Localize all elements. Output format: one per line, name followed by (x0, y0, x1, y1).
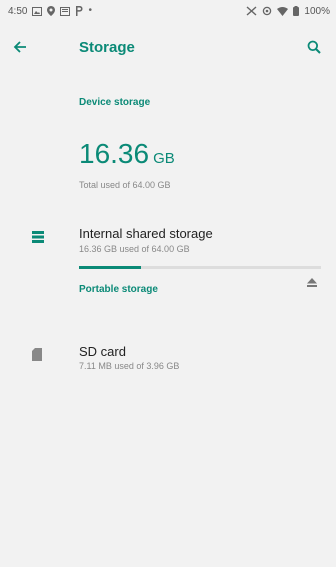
used-number: 16.36 (79, 138, 150, 169)
status-left: 4:50 • (8, 6, 92, 17)
search-button[interactable] (298, 31, 330, 63)
status-time: 4:50 (8, 5, 28, 17)
screen-notification-icon (60, 6, 71, 16)
used-unit: GB (153, 150, 175, 167)
internal-storage-progress-fill (79, 266, 141, 269)
sd-card-title: SD card (79, 344, 126, 359)
back-button[interactable] (4, 31, 36, 63)
dot-notification-icon: • (88, 5, 92, 16)
list-icon (32, 230, 44, 248)
page-title: Storage (79, 38, 135, 56)
internal-storage-title: Internal shared storage (79, 226, 213, 241)
device-storage-header: Device storage (79, 97, 151, 108)
arrow-left-icon (13, 41, 26, 53)
sd-card-icon (32, 348, 42, 366)
image-notification-icon (32, 6, 43, 16)
total-used-text: Total used of 64.00 GB (79, 180, 171, 190)
portable-storage-header: Portable storage (79, 284, 158, 295)
used-summary: 16.36 GB (79, 138, 175, 170)
wifi-icon (277, 6, 289, 16)
eject-icon (307, 277, 317, 287)
location-notification-icon (47, 6, 56, 16)
status-right: 100% (246, 6, 330, 17)
battery-percent: 100% (304, 5, 330, 17)
sync-icon (263, 6, 272, 16)
internal-storage-subtitle: 16.36 GB used of 64.00 GB (79, 244, 190, 254)
p-notification-icon (76, 6, 83, 16)
app-bar: Storage (0, 22, 336, 72)
eject-button[interactable] (302, 272, 322, 292)
status-bar: 4:50 • 100% (0, 0, 336, 22)
sd-card-subtitle: 7.11 MB used of 3.96 GB (79, 361, 180, 371)
search-icon (307, 40, 321, 54)
battery-icon (293, 6, 300, 16)
no-sim-icon (246, 6, 257, 16)
sd-card-row[interactable]: SD card 7.11 MB used of 3.96 GB (0, 344, 336, 388)
internal-storage-progress (79, 266, 321, 269)
